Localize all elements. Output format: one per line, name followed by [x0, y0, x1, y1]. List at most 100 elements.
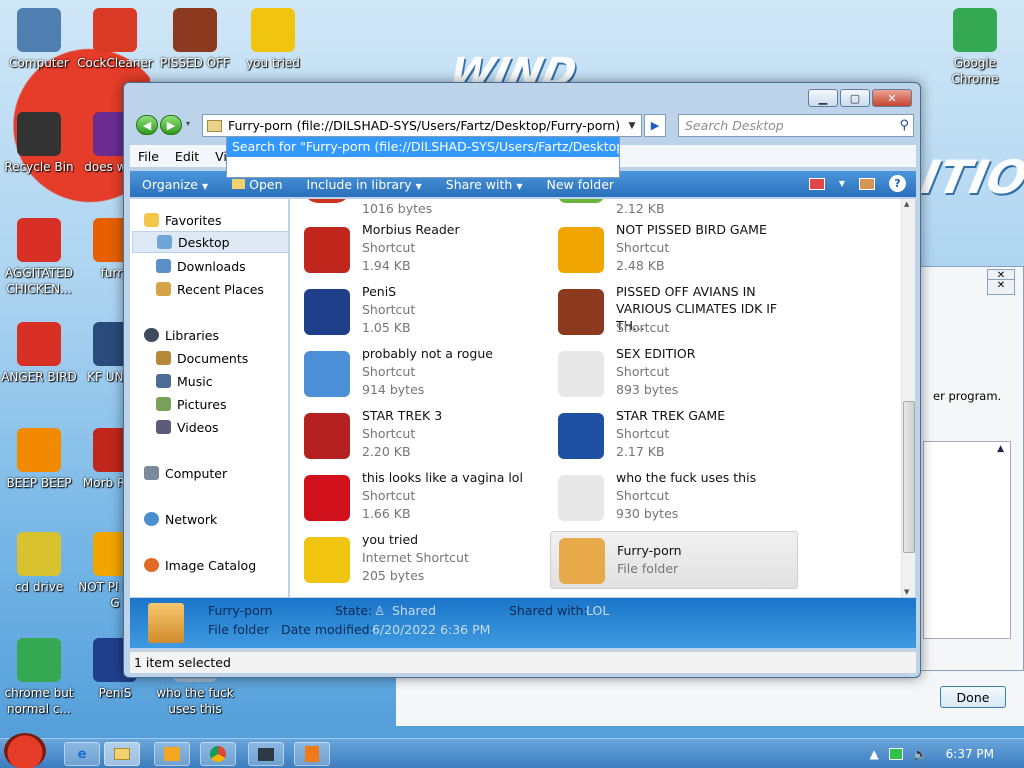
- nav-documents[interactable]: Documents: [156, 347, 288, 369]
- desktop-icon-label: Google Chrome: [951, 56, 999, 86]
- desktop-icon-vlc-icon[interactable]: BEEP BEEP: [0, 428, 78, 491]
- file-list: 1016 bytes 2.12 KB Morbius Reader Shortcu…: [290, 199, 906, 597]
- file-tile[interactable]: probably not a rogue Shortcut 914 bytes: [296, 345, 544, 403]
- share-with-button[interactable]: Share with ▼: [434, 177, 535, 192]
- view-options-icon[interactable]: [808, 177, 825, 190]
- search-input[interactable]: Search Desktop ⚲: [678, 114, 914, 137]
- chevron-up-icon[interactable]: ▲: [997, 444, 1004, 454]
- angry-bird-icon: [17, 218, 61, 262]
- nav-recent-places[interactable]: Recent Places: [156, 278, 288, 300]
- partial-file-icon: [558, 199, 604, 203]
- folder-icon: [207, 119, 222, 132]
- file-tile[interactable]: who the fuck uses this Shortcut 930 bytes: [550, 469, 798, 527]
- clock[interactable]: 6:37 PM: [946, 747, 994, 761]
- file-tile[interactable]: PeniS Shortcut 1.05 KB: [296, 283, 544, 341]
- file-type: Shortcut: [616, 240, 670, 255]
- desktop-icon-star-icon[interactable]: you tried: [234, 8, 312, 71]
- taskbar-media-player-icon[interactable]: [154, 742, 190, 766]
- desktop-icon-angry-birds-seasons-icon[interactable]: PISSED OFF: [156, 8, 234, 71]
- desktop-icon-chrome-icon[interactable]: chrome but normal c...: [0, 638, 78, 717]
- organize-button[interactable]: Organize ▼: [130, 177, 220, 192]
- nav-computer[interactable]: Computer: [144, 462, 288, 484]
- file-tile[interactable]: STAR TREK 3 Shortcut 2.20 KB: [296, 407, 544, 465]
- forward-button[interactable]: ▶: [160, 115, 182, 135]
- file-size: 1.94 KB: [362, 258, 411, 273]
- desktop-icon-angry-bird-icon[interactable]: ANGER BIRD: [0, 322, 78, 385]
- folder-icon: [232, 178, 246, 189]
- scroll-up-icon[interactable]: ▲: [904, 200, 909, 208]
- file-name: you tried: [362, 532, 419, 547]
- menu-file[interactable]: File: [130, 149, 167, 164]
- preview-pane-icon[interactable]: [859, 177, 875, 190]
- modified-label: Date modified:: [281, 622, 374, 637]
- go-button[interactable]: ▶: [644, 114, 666, 137]
- dialog-list[interactable]: ▲: [923, 441, 1011, 639]
- maximize-icon[interactable]: ▢: [840, 89, 870, 107]
- desktop-icon-ccleaner-icon[interactable]: CockCleaner: [76, 8, 154, 71]
- help-icon[interactable]: ?: [889, 175, 906, 192]
- file-type: Shortcut: [616, 364, 670, 379]
- desktop-icon-recycle-bin-icon[interactable]: Recycle Bin: [0, 112, 78, 175]
- recent-pages-chevron-icon[interactable]: ▾: [186, 119, 190, 128]
- file-tile[interactable]: PISSED OFF AVIANS IN VARIOUS CLIMATES ID…: [550, 283, 798, 341]
- background-dialog: ✕ ✕ er program. ▲: [908, 266, 1024, 726]
- taskbar-ie-icon[interactable]: e: [64, 742, 100, 766]
- scroll-down-icon[interactable]: ▼: [904, 588, 909, 596]
- show-hidden-icons-icon[interactable]: ▲: [869, 747, 878, 761]
- volume-icon[interactable]: 🔈: [913, 747, 928, 761]
- file-tile[interactable]: NOT PISSED BIRD GAME Shortcut 2.48 KB: [550, 221, 798, 279]
- recycle-bin-icon: [17, 112, 61, 156]
- file-type: Internet Shortcut: [362, 550, 469, 565]
- nav-videos[interactable]: Videos: [156, 416, 288, 438]
- star-icon: [144, 213, 159, 227]
- desktop-icon-angry-bird-icon[interactable]: AGGITATED CHICKEN...: [0, 218, 78, 297]
- minimize-icon[interactable]: ▁: [808, 89, 838, 107]
- chevron-down-icon[interactable]: ▼: [839, 179, 845, 188]
- nav-network[interactable]: Network: [144, 508, 288, 530]
- taskbar-terminal-icon[interactable]: [248, 742, 284, 766]
- nav-music[interactable]: Music: [156, 370, 288, 392]
- file-type: Shortcut: [362, 364, 416, 379]
- done-button[interactable]: Done: [940, 686, 1006, 708]
- close-icon[interactable]: ✕: [872, 89, 912, 107]
- chevron-down-icon[interactable]: ▼: [623, 115, 641, 136]
- nav-favorites[interactable]: Favorites: [144, 209, 288, 231]
- taskbar-explorer-icon[interactable]: [104, 742, 140, 766]
- autocomplete-option[interactable]: Search for "Furry-porn (file://DILSHAD-S…: [227, 137, 619, 157]
- menu-edit[interactable]: Edit: [167, 149, 207, 164]
- file-type: Shortcut: [362, 426, 416, 441]
- nav-libraries[interactable]: Libraries: [144, 324, 288, 346]
- nav-downloads[interactable]: Downloads: [156, 255, 288, 277]
- dialog-text: er program.: [933, 389, 1002, 403]
- file-tile[interactable]: SEX EDITIOR Shortcut 893 bytes: [550, 345, 798, 403]
- file-name: Furry-porn: [617, 543, 682, 558]
- file-tile[interactable]: Furry-porn File folder: [550, 531, 798, 589]
- start-button[interactable]: [4, 733, 46, 768]
- search-icon[interactable]: ⚲: [899, 118, 909, 133]
- network-status-icon[interactable]: [888, 748, 903, 760]
- file-tile[interactable]: this looks like a vagina lol Shortcut 1.66…: [296, 469, 544, 527]
- file-tile[interactable]: STAR TREK GAME Shortcut 2.17 KB: [550, 407, 798, 465]
- image-catalog-icon: [144, 558, 159, 572]
- open-button[interactable]: Open: [220, 177, 294, 192]
- file-tile[interactable]: Morbius Reader Shortcut 1.94 KB: [296, 221, 544, 279]
- desktop-icon-cd-drive-icon[interactable]: cd drive: [0, 532, 78, 595]
- file-tile[interactable]: you tried Internet Shortcut 205 bytes: [296, 531, 544, 589]
- taskbar-winamp-icon[interactable]: [294, 742, 330, 766]
- include-in-library-button[interactable]: Include in library ▼: [295, 177, 434, 192]
- desktop-icon-chrome-icon[interactable]: Google Chrome: [936, 8, 1014, 87]
- desktop-icon-computer-icon[interactable]: Computer: [0, 8, 78, 71]
- vertical-scrollbar[interactable]: ▲ ▼: [901, 199, 915, 597]
- nav-pictures[interactable]: Pictures: [156, 393, 288, 415]
- close-icon[interactable]: ✕: [987, 279, 1015, 295]
- nav-desktop[interactable]: Desktop: [132, 231, 288, 253]
- new-folder-button[interactable]: New folder: [535, 177, 627, 192]
- file-type: File folder: [617, 561, 679, 576]
- address-bar[interactable]: Furry-porn (file://DILSHAD-SYS/Users/Far…: [202, 114, 642, 137]
- scrollbar-thumb[interactable]: [903, 401, 915, 553]
- file-size: 930 bytes: [616, 506, 679, 521]
- search-placeholder: Search Desktop: [685, 118, 784, 133]
- back-button[interactable]: ◀: [136, 115, 158, 135]
- taskbar-chrome-icon[interactable]: [200, 742, 236, 766]
- nav-image-catalog[interactable]: Image Catalog: [144, 554, 288, 576]
